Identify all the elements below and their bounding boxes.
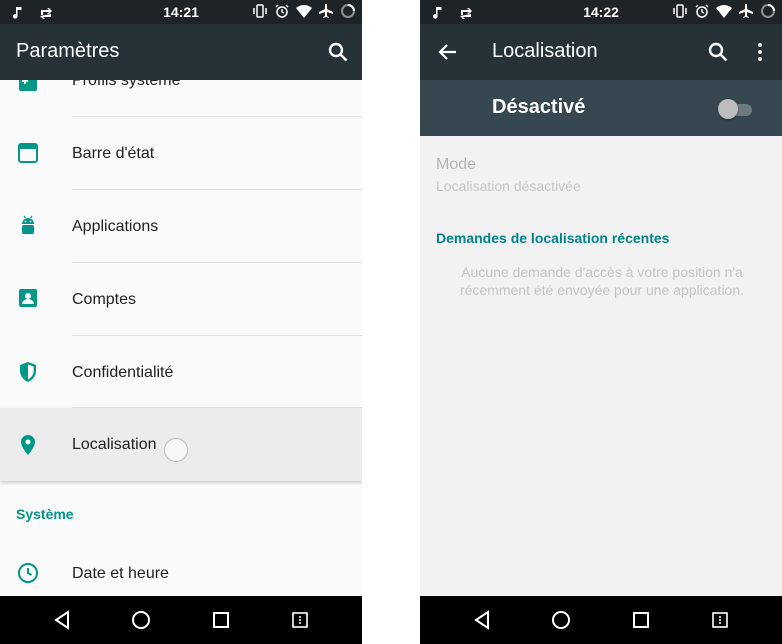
- battery-charging-icon: [341, 4, 355, 18]
- settings-item-profils[interactable]: Profils système: [0, 80, 362, 116]
- recents-button[interactable]: [621, 600, 661, 640]
- back-arrow-icon[interactable]: [436, 40, 460, 64]
- menu-box-icon: [292, 612, 309, 628]
- settings-item-label: Localisation: [72, 436, 157, 453]
- system-icons: [672, 3, 776, 19]
- wifi-icon: [296, 4, 312, 18]
- status-bar-icon: [18, 143, 38, 163]
- back-button[interactable]: [462, 600, 502, 640]
- screenshot-stage: 14:21 Paramètres Profils système Barre d…: [0, 0, 782, 644]
- vibrate-icon: [673, 4, 687, 18]
- status-bar: 14:21: [0, 0, 362, 24]
- wifi-icon: [716, 4, 732, 18]
- settings-item-accounts[interactable]: Comptes: [0, 263, 362, 335]
- settings-item-label: Barre d'état: [72, 145, 155, 162]
- vibrate-icon: [253, 4, 267, 18]
- location-toggle[interactable]: [718, 99, 754, 119]
- section-header: Système: [16, 506, 74, 522]
- battery-charging-icon: [761, 4, 775, 18]
- android-icon: [22, 215, 34, 234]
- location-header: Localisation Désactivé: [420, 24, 782, 136]
- profiles-icon: [19, 80, 37, 91]
- search-icon[interactable]: [706, 40, 730, 64]
- location-pin-icon: [21, 435, 35, 455]
- search-icon[interactable]: [326, 40, 350, 64]
- location-screen: 14:22 Localisation Désactivé Mode Locali…: [420, 0, 782, 644]
- page-title: Paramètres: [16, 40, 120, 62]
- navigation-bar: [0, 596, 362, 644]
- home-circle-icon: [552, 611, 571, 629]
- alarm-icon: [275, 4, 289, 18]
- back-button[interactable]: [42, 600, 82, 640]
- mode-setting-summary: Localisation désactivée: [436, 178, 581, 194]
- shield-icon: [20, 362, 36, 382]
- settings-item-applications[interactable]: Applications: [0, 190, 362, 262]
- page-title: Localisation: [492, 40, 598, 62]
- settings-item-location[interactable]: Localisation: [0, 408, 362, 481]
- back-triangle-icon: [473, 610, 489, 630]
- menu-box-icon: [712, 612, 729, 628]
- back-triangle-icon: [53, 610, 69, 630]
- clock-icon: [18, 563, 38, 583]
- settings-item-label: Applications: [72, 218, 159, 235]
- menu-button[interactable]: [700, 600, 740, 640]
- home-button[interactable]: [541, 600, 581, 640]
- settings-item-status-bar[interactable]: Barre d'état: [0, 117, 362, 189]
- settings-item-privacy[interactable]: Confidentialité: [0, 336, 362, 408]
- location-switch-label: Désactivé: [492, 96, 586, 118]
- system-icons: [252, 3, 356, 19]
- mode-setting-title: Mode: [436, 156, 477, 173]
- recents-square-icon: [212, 612, 229, 628]
- home-button[interactable]: [121, 600, 161, 640]
- status-bar: 14:22: [420, 0, 782, 24]
- airplane-icon: [739, 4, 753, 18]
- recents-square-icon: [632, 612, 649, 628]
- overflow-menu-icon[interactable]: [748, 40, 772, 64]
- recent-requests-header: Demandes de localisation récentes: [436, 230, 670, 246]
- touch-indicator: [164, 438, 188, 462]
- settings-list: Profils système Barre d'état Application…: [0, 80, 362, 596]
- account-icon: [19, 289, 37, 307]
- settings-item-date-time[interactable]: Date et heure: [0, 537, 362, 596]
- menu-button[interactable]: [280, 600, 320, 640]
- settings-item-label: Profils système: [72, 80, 181, 89]
- airplane-icon: [319, 4, 333, 18]
- home-circle-icon: [132, 611, 151, 629]
- alarm-icon: [695, 4, 709, 18]
- settings-item-label: Confidentialité: [72, 364, 174, 381]
- recents-button[interactable]: [201, 600, 241, 640]
- navigation-bar: [420, 596, 782, 644]
- empty-state-message: Aucune demande d'accès à votre position …: [452, 263, 752, 299]
- settings-item-label: Comptes: [72, 291, 137, 308]
- settings-screen: 14:21 Paramètres Profils système Barre d…: [0, 0, 362, 644]
- empty-state-line: récemment été envoyée pour une applicati…: [459, 282, 745, 298]
- toggle-thumb: [718, 99, 738, 119]
- settings-item-label: Date et heure: [72, 565, 169, 582]
- app-toolbar: Paramètres: [0, 24, 362, 80]
- empty-state-line: Aucune demande d'accès à votre position …: [461, 264, 743, 280]
